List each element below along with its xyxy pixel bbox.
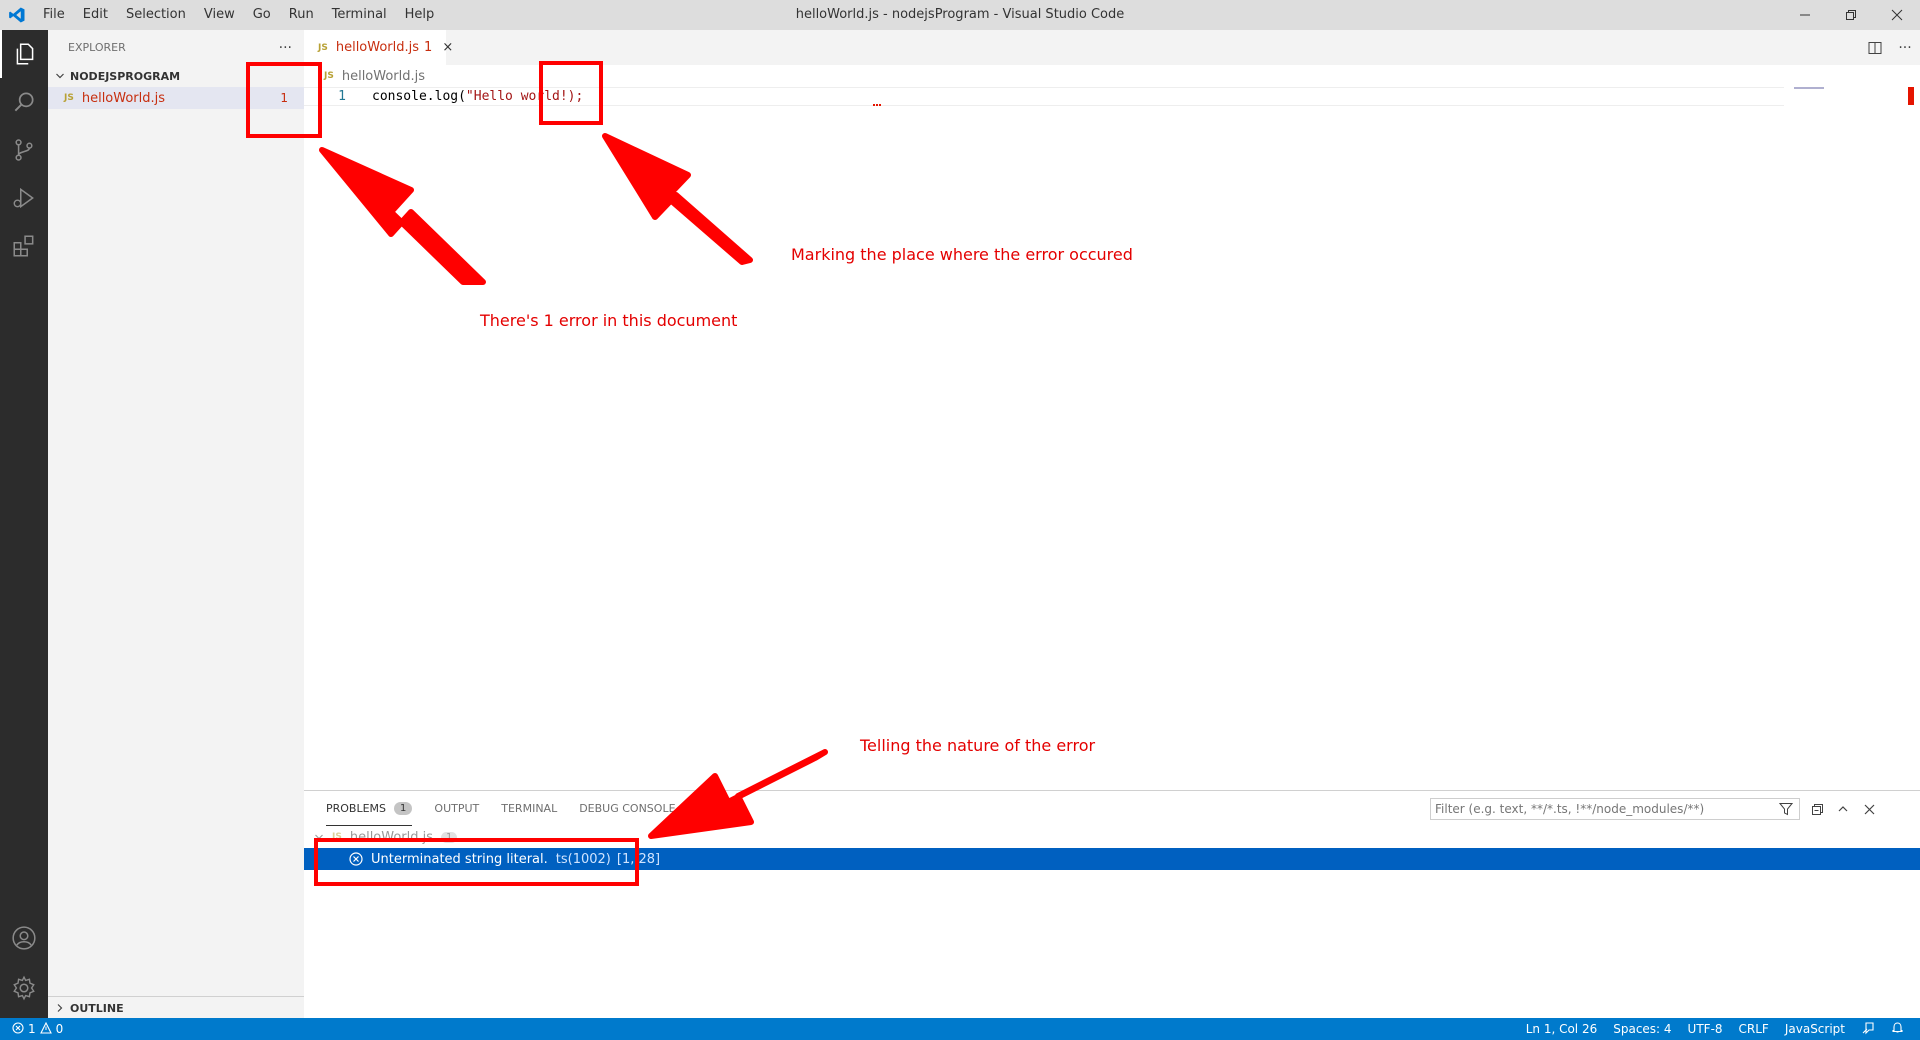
bottom-panel: PROBLEMS 1 OUTPUT TERMINAL DEBUG CONSOLE…: [304, 790, 1920, 1018]
code-line: 1 console.log("Hello world!);: [304, 87, 1784, 106]
status-right: Ln 1, Col 26 Spaces: 4 UTF-8 CRLF JavaSc…: [1526, 1018, 1920, 1040]
code-editor[interactable]: 1 console.log("Hello world!);: [304, 87, 1920, 790]
restore-icon[interactable]: [1828, 0, 1874, 30]
source-control-icon[interactable]: [0, 126, 48, 174]
tab-output[interactable]: OUTPUT: [434, 791, 479, 826]
sidebar-header: EXPLORER ···: [48, 30, 304, 65]
tab-problems[interactable]: PROBLEMS 1: [326, 791, 413, 826]
status-bar: 1 0 Ln 1, Col 26 Spaces: 4 UTF-8 CRLF Ja…: [0, 1018, 1920, 1040]
tab-label: helloWorld.js: [335, 40, 420, 55]
chevron-down-icon: [52, 71, 68, 81]
more-actions-icon[interactable]: ···: [279, 40, 292, 56]
status-encoding[interactable]: UTF-8: [1688, 1022, 1723, 1036]
chevron-right-icon: [52, 1003, 68, 1013]
status-warning-count: 0: [55, 1022, 64, 1036]
tab-debug-console[interactable]: DEBUG CONSOLE: [579, 791, 675, 826]
collapse-all-icon[interactable]: [1804, 803, 1830, 816]
window-controls: [1782, 0, 1920, 30]
menu-bar: File Edit Selection View Go Run Terminal…: [34, 0, 443, 30]
error-squiggle: [873, 103, 881, 106]
menu-view[interactable]: View: [195, 0, 244, 30]
editor-actions: ···: [1860, 30, 1920, 65]
overview-ruler-error-marker: [1908, 87, 1914, 105]
panel-tabs: PROBLEMS 1 OUTPUT TERMINAL DEBUG CONSOLE: [326, 791, 698, 826]
menu-edit[interactable]: Edit: [74, 0, 117, 30]
js-file-icon: JS: [64, 93, 74, 103]
editor-tab-bar: JS helloWorld.js 1 × ···: [304, 30, 1920, 65]
search-icon[interactable]: [0, 78, 48, 126]
tab-helloworld[interactable]: JS helloWorld.js 1 ×: [304, 30, 453, 65]
file-name: helloWorld.js: [81, 90, 166, 106]
manage-gear-icon[interactable]: [0, 964, 48, 1012]
annotation-box-error-nature: [314, 838, 639, 886]
explorer-sidebar: EXPLORER ··· NODEJSPROGRAM JS helloWorld…: [48, 30, 304, 1018]
annotation-text-error-nature: Telling the nature of the error: [860, 736, 1096, 755]
breadcrumb-file[interactable]: helloWorld.js: [342, 69, 425, 84]
annotation-text-error-location: Marking the place where the error occure…: [791, 245, 1133, 264]
problems-filter-input[interactable]: Filter (e.g. text, **/*.ts, !**/node_mod…: [1430, 798, 1800, 820]
tab-terminal[interactable]: TERMINAL: [501, 791, 557, 826]
menu-terminal[interactable]: Terminal: [323, 0, 396, 30]
vscode-logo-icon: [0, 0, 34, 30]
activity-bar: [0, 30, 48, 1018]
error-circle-icon: [12, 1021, 24, 1037]
project-folder-name: NODEJSPROGRAM: [70, 69, 181, 83]
close-window-icon[interactable]: [1874, 0, 1920, 30]
tab-problem-count: 1: [424, 40, 433, 55]
status-language[interactable]: JavaScript: [1785, 1022, 1845, 1036]
minimap-line: [1794, 87, 1824, 89]
menu-selection[interactable]: Selection: [117, 0, 195, 30]
extensions-icon[interactable]: [0, 222, 48, 270]
status-error-count: 1: [28, 1022, 36, 1036]
annotation-box-file-error: [246, 62, 322, 138]
problems-count-badge: 1: [394, 801, 413, 815]
problems-status[interactable]: 1 0: [0, 1021, 67, 1037]
outline-header[interactable]: OUTLINE: [48, 997, 304, 1019]
accounts-icon[interactable]: [0, 914, 48, 962]
feedback-icon[interactable]: [1861, 1021, 1875, 1038]
outline-title: OUTLINE: [70, 1001, 124, 1015]
explorer-icon[interactable]: [0, 30, 48, 78]
annotation-box-error-location: [539, 61, 603, 125]
code-function: console.log(: [372, 89, 466, 104]
more-actions-icon[interactable]: ···: [1890, 40, 1920, 56]
sidebar-title: EXPLORER: [68, 41, 126, 54]
run-debug-icon[interactable]: [0, 174, 48, 222]
status-eol[interactable]: CRLF: [1739, 1022, 1769, 1036]
filter-funnel-icon[interactable]: [1778, 802, 1794, 819]
panel-actions: [1804, 798, 1882, 820]
breadcrumb[interactable]: JS helloWorld.js: [304, 65, 425, 87]
menu-run[interactable]: Run: [280, 0, 323, 30]
split-editor-icon[interactable]: [1860, 41, 1890, 55]
minimize-icon[interactable]: [1782, 0, 1828, 30]
tab-problems-label: PROBLEMS: [326, 801, 387, 815]
close-panel-icon[interactable]: [1856, 804, 1882, 815]
maximize-panel-icon[interactable]: [1830, 803, 1856, 815]
js-file-icon: JS: [318, 42, 328, 53]
annotation-text-file-error: There's 1 error in this document: [480, 311, 738, 330]
status-indentation[interactable]: Spaces: 4: [1613, 1022, 1671, 1036]
menu-file[interactable]: File: [34, 0, 74, 30]
menu-go[interactable]: Go: [244, 0, 280, 30]
filter-placeholder: Filter (e.g. text, **/*.ts, !**/node_mod…: [1435, 802, 1705, 816]
menu-help[interactable]: Help: [396, 0, 444, 30]
close-tab-icon[interactable]: ×: [442, 40, 453, 55]
title-bar: File Edit Selection View Go Run Terminal…: [0, 0, 1920, 30]
notifications-bell-icon[interactable]: [1891, 1021, 1904, 1037]
status-cursor-position[interactable]: Ln 1, Col 26: [1526, 1022, 1598, 1036]
outline-section[interactable]: OUTLINE: [48, 996, 304, 1018]
warning-icon: [39, 1021, 52, 1037]
js-file-icon: JS: [324, 71, 334, 81]
